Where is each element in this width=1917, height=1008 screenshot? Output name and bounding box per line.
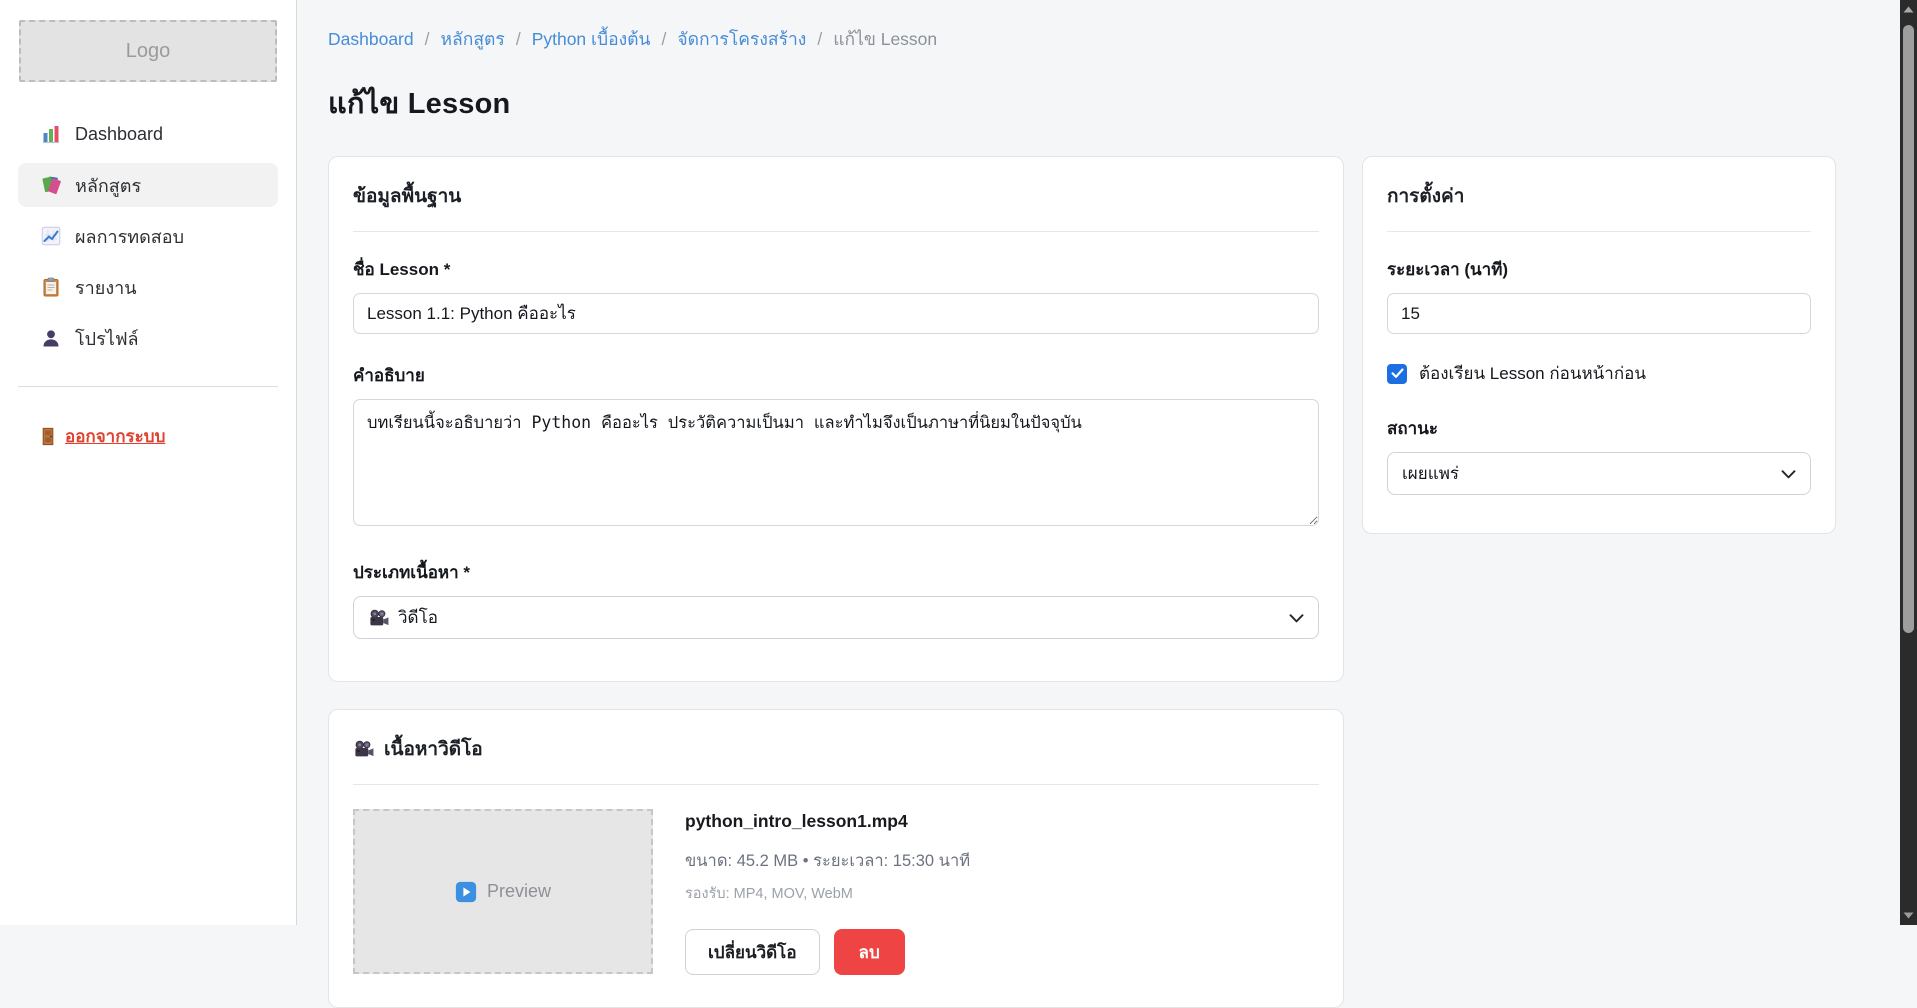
logout-link[interactable]: ออกจากระบบ [40,423,165,450]
content-type-select[interactable]: วิดีโอ [353,596,1319,639]
status-label: สถานะ [1387,415,1811,442]
breadcrumb-separator: / [817,29,822,50]
duration-label: ระยะเวลา (นาที) [1387,256,1811,283]
basic-info-header: ข้อมูลพื้นฐาน [353,181,1319,211]
bar-chart-icon [41,124,61,144]
settings-header-text: การตั้งค่า [1387,181,1464,211]
page-title: แก้ไข Lesson [328,80,1900,126]
breadcrumb-manage-structure[interactable]: จัดการโครงสร้าง [677,25,806,53]
breadcrumb: Dashboard / หลักสูตร / Python เบื้องต้น … [328,25,1900,53]
scrollbar-down-arrow[interactable] [1900,907,1917,924]
play-icon [455,881,477,903]
logo-text: Logo [126,40,171,63]
sidebar-item-label: ผลการทดสอบ [75,222,184,251]
breadcrumb-separator: / [662,29,667,50]
door-icon [40,427,56,446]
content-type-value: วิดีโอ [398,604,438,631]
sidebar-item-dashboard[interactable]: Dashboard [18,112,278,156]
card-divider [353,231,1319,232]
main-content: Dashboard / หลักสูตร / Python เบื้องต้น … [297,0,1900,925]
chart-increasing-icon [41,226,61,246]
video-content-header: เนื้อหาวิดีโอ [353,734,1319,764]
content-type-label: ประเภทเนื้อหา * [353,559,1319,586]
sidebar-item-label: หลักสูตร [75,171,141,200]
scrollbar-thumb[interactable] [1903,25,1914,633]
sidebar-item-reports[interactable]: รายงาน [18,265,278,309]
description-label: คำอธิบาย [353,362,1319,389]
logo: Logo [19,20,277,82]
sidebar-item-label: Dashboard [75,124,163,145]
basic-info-header-text: ข้อมูลพื้นฐาน [353,181,461,211]
breadcrumb-dashboard[interactable]: Dashboard [328,29,414,50]
video-preview[interactable]: Preview [353,809,653,974]
video-content-header-text: เนื้อหาวิดีโอ [384,734,483,764]
lesson-name-label: ชื่อ Lesson * [353,256,1319,283]
chevron-down-icon [1781,464,1796,484]
basic-info-card: ข้อมูลพื้นฐาน ชื่อ Lesson * คำอธิบาย บทเ… [328,156,1344,682]
prerequisite-checkbox[interactable] [1387,364,1407,384]
video-filename: python_intro_lesson1.mp4 [685,811,970,832]
delete-video-button[interactable]: ลบ [834,929,905,975]
sidebar-divider [18,386,278,387]
description-textarea[interactable]: บทเรียนนี้จะอธิบายว่า Python คืออะไร ประ… [353,399,1319,526]
movie-camera-icon [353,740,374,758]
card-divider [353,784,1319,785]
video-info: python_intro_lesson1.mp4 ขนาด: 45.2 MB •… [685,809,970,975]
prerequisite-checkbox-row[interactable]: ต้องเรียน Lesson ก่อนหน้าก่อน [1387,360,1811,387]
sidebar: Logo Dashboard หลักสูตร [0,0,297,925]
breadcrumb-course-python[interactable]: Python เบื้องต้น [532,25,651,53]
sidebar-item-courses[interactable]: หลักสูตร [18,163,278,207]
vertical-scrollbar[interactable] [1900,0,1917,925]
books-icon [41,175,61,195]
change-video-button[interactable]: เปลี่ยนวิดีโอ [685,929,820,975]
settings-header: การตั้งค่า [1387,181,1811,211]
scrollbar-up-arrow[interactable] [1900,1,1917,18]
card-divider [1387,231,1811,232]
breadcrumb-courses[interactable]: หลักสูตร [441,25,505,53]
settings-card: การตั้งค่า ระยะเวลา (นาที) ต้องเรียน Les… [1362,156,1836,534]
clipboard-icon [41,277,61,297]
video-content-card: เนื้อหาวิดีโอ Preview py [328,709,1344,1008]
person-icon [41,328,61,348]
video-preview-label: Preview [487,881,551,902]
video-formats: รองรับ: MP4, MOV, WebM [685,882,970,905]
sidebar-item-label: โปรไฟล์ [75,324,139,353]
prerequisite-label: ต้องเรียน Lesson ก่อนหน้าก่อน [1419,360,1646,387]
sidebar-nav: Dashboard หลักสูตร ผลการทดสอบ [0,112,296,360]
breadcrumb-separator: / [425,29,430,50]
check-icon [1391,368,1404,379]
status-value: เผยแพร่ [1402,460,1459,487]
sidebar-item-label: รายงาน [75,273,137,302]
chevron-down-icon [1289,608,1304,628]
breadcrumb-separator: / [516,29,521,50]
sidebar-item-profile[interactable]: โปรไฟล์ [18,316,278,360]
duration-input[interactable] [1387,293,1811,334]
video-meta: ขนาด: 45.2 MB • ระยะเวลา: 15:30 นาที [685,848,970,874]
logout-label: ออกจากระบบ [65,423,165,450]
status-select[interactable]: เผยแพร่ [1387,452,1811,495]
lesson-name-input[interactable] [353,293,1319,334]
breadcrumb-current: แก้ไข Lesson [833,25,937,53]
sidebar-item-test-results[interactable]: ผลการทดสอบ [18,214,278,258]
movie-camera-icon [368,609,389,627]
